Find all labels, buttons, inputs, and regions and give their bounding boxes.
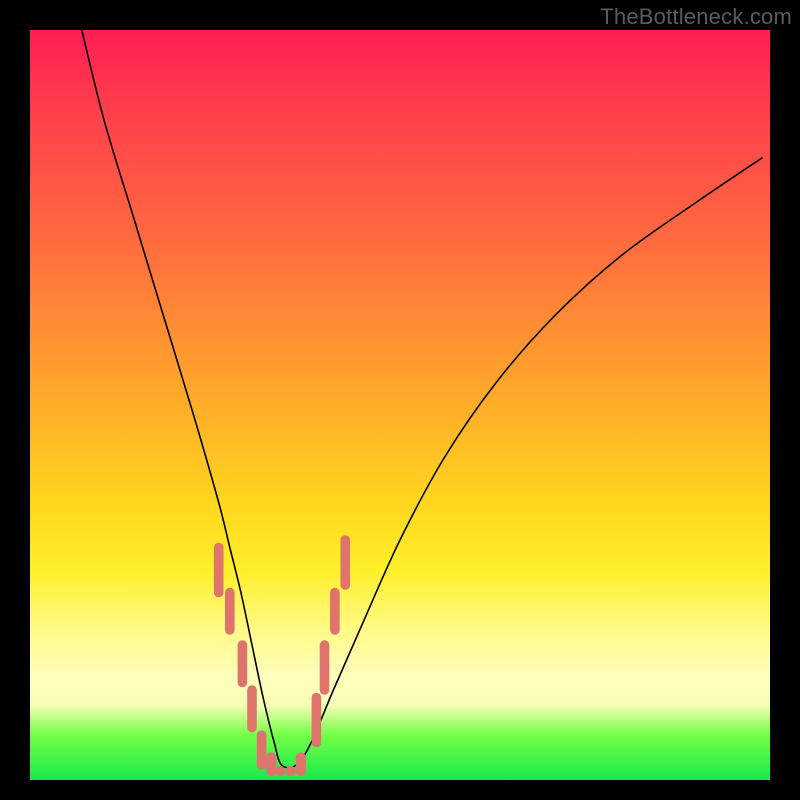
chart-svg — [0, 0, 800, 800]
highlight-dashes-group — [219, 540, 346, 771]
watermark-text: TheBottleneck.com — [600, 4, 792, 30]
chart-stage: TheBottleneck.com — [0, 0, 800, 800]
bottleneck-curve-path — [82, 30, 763, 768]
